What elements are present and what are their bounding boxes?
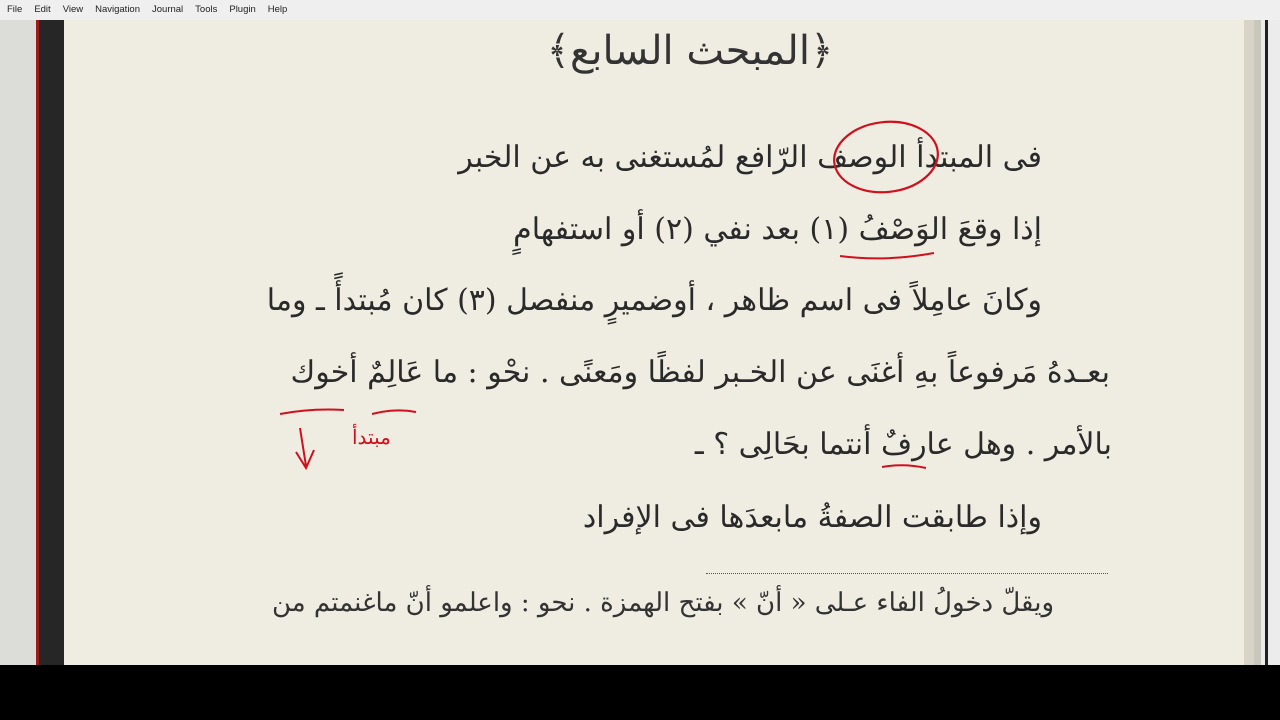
vertical-scrollbar[interactable] [1261,20,1280,665]
document-viewer[interactable] [0,20,1280,665]
bottom-black-bar [0,665,1280,720]
text-line-1: فى المبتدأ الوصف الرّافع لمُستغنى به عن … [458,140,1042,175]
menu-file[interactable]: File [0,0,28,20]
menu-tools[interactable]: Tools [189,0,223,20]
footnote-separator [706,573,1108,574]
page-gutter-shadow [39,20,64,665]
left-margin [0,20,36,665]
section-title: ﴿المبحث السابع﴾ [546,28,834,74]
menu-edit[interactable]: Edit [28,0,56,20]
menu-view[interactable]: View [57,0,89,20]
text-line-6: وإذا طابقت الصفةُ مابعدَها فى الإفراد [582,500,1042,535]
menu-journal[interactable]: Journal [146,0,189,20]
menu-help[interactable]: Help [262,0,294,20]
handwritten-annotation: مبتدأ [352,425,391,449]
scanned-page [64,20,1244,665]
text-line-3: وكانَ عامِلاً فى اسم ظاهر ، أوضميرٍ منفص… [266,283,1042,318]
text-line-4: بعـدهُ مَرفوعاً بهِ أغنَى عن الخـبر لفظً… [290,355,1110,390]
page-right-edge [1244,20,1254,665]
page-right-margin [1254,20,1261,665]
menu-bar: File Edit View Navigation Journal Tools … [0,0,1280,21]
text-line-5: بالأمر . وهل عارفٌ أنتما بحَالِى ؟ ـ [694,427,1112,462]
text-line-2: إذا وقعَ الوَصْفُ (١) بعد نفي (٢) أو است… [513,212,1042,247]
scrollbar-thumb[interactable] [1265,20,1268,665]
footnote-text: ويقلّ دخولُ الفاء عـلى « أنّ » بفتح الهم… [271,588,1054,618]
menu-plugin[interactable]: Plugin [223,0,261,20]
menu-navigation[interactable]: Navigation [89,0,146,20]
